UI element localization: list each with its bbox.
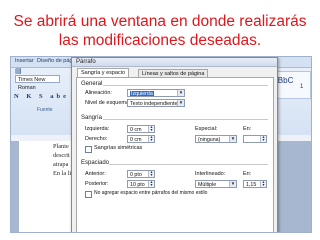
special-indent-value: (ninguna) <box>198 137 221 143</box>
mirror-indents-checkbox[interactable] <box>85 146 92 153</box>
indent-right-value: 0 cm <box>130 137 142 143</box>
spinner-arrows-icon[interactable]: ▲ ▼ <box>148 171 154 177</box>
line-spacing-at-value: 1,15 <box>246 182 257 188</box>
section-divider <box>103 85 268 86</box>
dialog-title: Párrafo <box>72 58 277 67</box>
spacing-after-label: Posterior: <box>85 181 109 187</box>
slide-title-line-1: Se abrirá una ventana en donde realizará… <box>13 13 307 30</box>
document-line: descrit <box>53 152 70 159</box>
chevron-down-icon[interactable]: ▼ <box>177 90 184 96</box>
document-line: En la li <box>53 170 72 177</box>
outline-level-label: Nivel de esquema: <box>85 100 131 106</box>
outline-level-value: Texto independiente <box>130 101 178 107</box>
spacing-after-spinner[interactable]: 10 pto ▲ ▼ <box>127 180 155 188</box>
special-indent-label: Especial: <box>195 126 218 132</box>
indent-right-spinner[interactable]: 0 cm ▲ ▼ <box>127 135 155 143</box>
style-number: 1 <box>300 84 304 90</box>
spinner-arrows-icon[interactable]: ▲ ▼ <box>148 181 154 187</box>
line-spacing-at-label: En: <box>243 171 252 177</box>
no-space-same-style-label: No agregar espacio entre párrafos del mi… <box>94 190 208 196</box>
section-general: General <box>81 81 103 87</box>
ribbon-tab-page-design[interactable]: Diseño de pági <box>37 58 74 64</box>
spacing-before-spinner[interactable]: 0 pto ▲ ▼ <box>127 170 155 178</box>
document-page <box>19 141 79 232</box>
special-indent-dropdown[interactable]: (ninguna) ▼ <box>195 135 237 143</box>
chevron-down-icon[interactable]: ▼ <box>177 100 184 106</box>
tab-panel: General Alineación: Izquierda ▼ Nivel de… <box>76 77 274 232</box>
indent-right-label: Derecho: <box>85 136 108 142</box>
paragraph-dialog: Párrafo Sangría y espacio Líneas y salto… <box>71 57 278 232</box>
section-indent: Sangría <box>81 115 103 121</box>
slide-title-line-2: las modificaciones deseadas. <box>58 32 262 49</box>
font-group-label: Fuente <box>37 107 53 113</box>
slide-title: Se abrirá una ventana en donde realizará… <box>0 12 320 50</box>
indent-left-spinner[interactable]: 0 cm ▲ ▼ <box>127 125 155 133</box>
document-line: Plante <box>53 143 69 150</box>
section-spacing: Espaciado <box>81 160 110 166</box>
indent-by-label: En: <box>243 126 252 132</box>
alignment-dropdown[interactable]: Izquierda ▼ <box>127 89 185 97</box>
paste-icon[interactable]: ▤ <box>15 67 22 75</box>
no-space-same-style-checkbox[interactable] <box>85 191 92 198</box>
spinner-arrows-icon[interactable]: ▲ ▼ <box>260 181 266 187</box>
spacing-before-label: Anterior: <box>85 171 106 177</box>
mirror-indents-label: Sangrías simétricas <box>94 145 143 151</box>
spacing-after-value: 10 pto <box>130 182 145 188</box>
word-screenshot: Insertar Diseño de pági ▤ Times New Roma… <box>10 56 312 233</box>
section-divider <box>103 119 268 120</box>
font-name-box[interactable]: Times New Roman <box>15 75 60 91</box>
indent-left-label: Izquierda: <box>85 126 110 132</box>
alignment-value: Izquierda <box>130 91 154 97</box>
line-spacing-value: Múltiple <box>198 182 217 188</box>
outline-level-dropdown[interactable]: Texto independiente ▼ <box>127 99 185 107</box>
indent-left-value: 0 cm <box>130 127 142 133</box>
line-spacing-at-spinner[interactable]: 1,15 ▲ ▼ <box>243 180 267 188</box>
section-divider <box>109 164 268 165</box>
alignment-label: Alineación: <box>85 90 112 96</box>
spinner-arrows-icon[interactable]: ▲ ▼ <box>260 136 266 142</box>
indent-by-spinner[interactable]: ▲ ▼ <box>243 135 267 143</box>
document-line: atrapa <box>53 161 69 168</box>
ribbon-tab-insert[interactable]: Insertar <box>15 58 34 64</box>
chevron-down-icon[interactable]: ▼ <box>229 181 236 187</box>
spinner-arrows-icon[interactable]: ▲ ▼ <box>148 126 154 132</box>
spinner-arrows-icon[interactable]: ▲ ▼ <box>148 136 154 142</box>
spacing-before-value: 0 pto <box>130 172 142 178</box>
line-spacing-dropdown[interactable]: Múltiple ▼ <box>195 180 237 188</box>
line-spacing-label: Interlineado: <box>195 171 226 177</box>
chevron-down-icon[interactable]: ▼ <box>229 136 236 142</box>
